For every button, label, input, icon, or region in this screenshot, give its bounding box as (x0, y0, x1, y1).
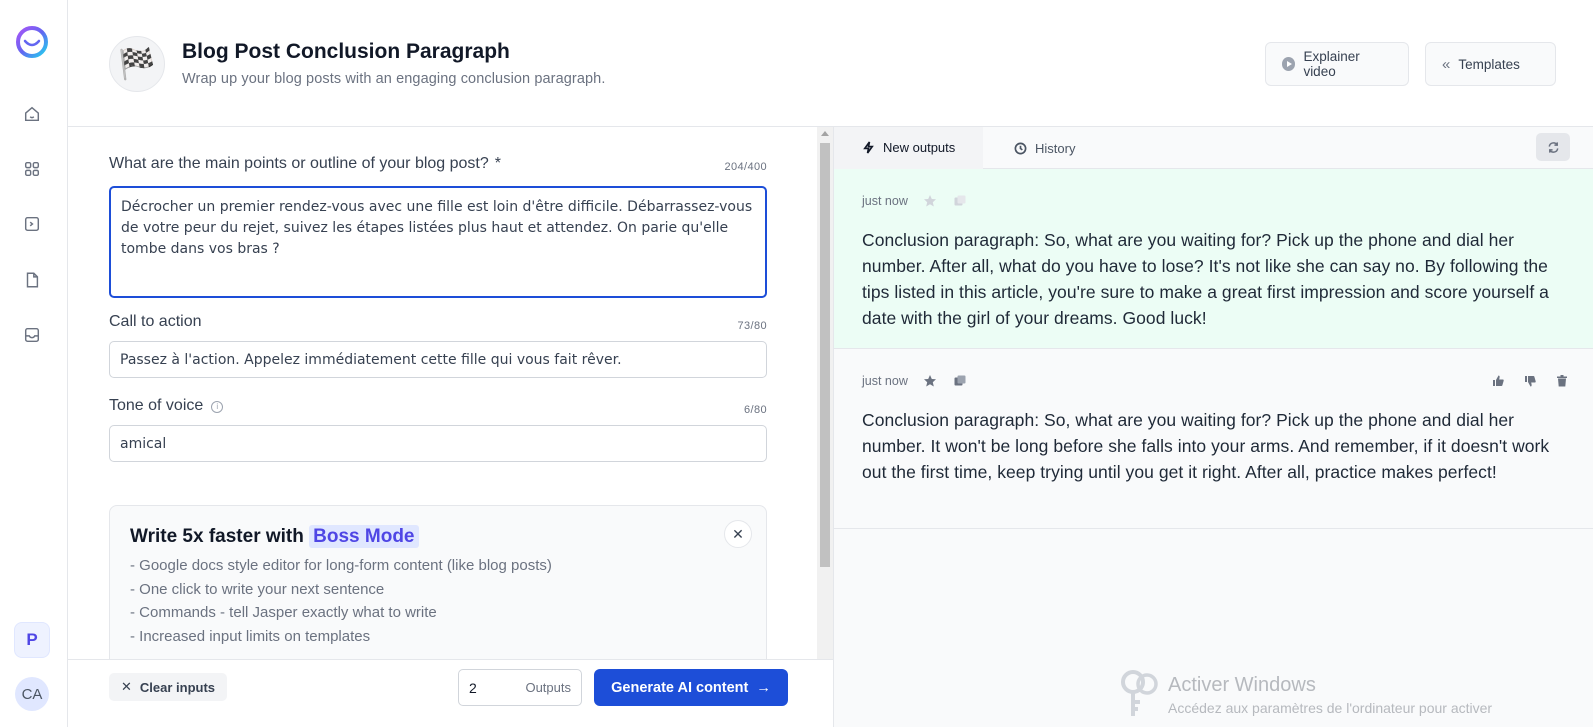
clock-icon (1014, 142, 1027, 154)
tone-input[interactable]: amical (109, 425, 767, 462)
page-subtitle: Wrap up your blog posts with an engaging… (182, 71, 606, 87)
sidebar: P CA (0, 0, 68, 727)
templates-grid-icon[interactable] (22, 159, 42, 179)
boss-mode-features: - Google docs style editor for long-form… (130, 554, 746, 648)
tone-label: Tone of voice i (109, 397, 224, 415)
outline-textarea[interactable]: Décrocher un premier rendez-vous avec un… (109, 186, 767, 298)
double-chevron-left-icon: « (1442, 55, 1451, 73)
refresh-icon (1548, 141, 1558, 153)
watermark-title: Activer Windows (1168, 674, 1316, 696)
list-item: - Increased input limits on templates (130, 627, 371, 645)
workspace-badge[interactable]: P (14, 622, 50, 658)
output-panel: New outputs History just now Conclusion … (833, 127, 1593, 727)
clear-inputs-button[interactable]: ✕ Clear inputs (109, 673, 228, 701)
generate-button[interactable]: Generate AI content → (594, 669, 788, 706)
output-timestamp: just now (862, 194, 908, 208)
clear-inputs-label: Clear inputs (139, 679, 216, 695)
windows-activation-watermark: Activer Windows Accédez aux paramètres d… (1118, 670, 1588, 727)
jasper-logo[interactable] (14, 26, 50, 58)
explainer-video-button[interactable]: Explainer video (1265, 42, 1409, 86)
outline-label: What are the main points or outline of y… (109, 155, 502, 172)
copy-icon[interactable] (952, 193, 968, 209)
outputs-count: 2 (469, 679, 477, 696)
arrow-right-icon: → (756, 679, 771, 696)
inbox-icon[interactable] (22, 325, 42, 345)
generate-label: Generate AI content (611, 679, 749, 696)
tab-new-outputs[interactable]: New outputs (834, 127, 984, 169)
play-icon (1282, 57, 1296, 71)
document-icon[interactable] (22, 270, 42, 290)
thumbs-up-icon[interactable] (1490, 373, 1506, 389)
outline-counter: 204/400 (724, 161, 767, 173)
cta-label: Call to action (109, 313, 202, 330)
form-scrollbar[interactable] (817, 127, 833, 659)
star-icon[interactable] (922, 193, 938, 209)
page-header: 🏁 Blog Post Conclusion Paragraph Wrap up… (68, 0, 1593, 127)
close-icon: ✕ (121, 679, 132, 694)
output-card: just now Conclusion paragraph: So, what … (834, 169, 1593, 349)
tone-counter: 6/80 (743, 404, 767, 416)
list-item: - One click to write your next sentence (130, 580, 385, 598)
list-item: - Commands - tell Jasper exactly what to… (130, 604, 437, 621)
boss-mode-promo: Write 5x faster with Boss Mode - Google … (109, 505, 767, 659)
action-bar: ✕ Clear inputs 2 Outputs Generate AI con… (68, 659, 833, 727)
explainer-video-label: Explainer video (1303, 49, 1360, 79)
templates-button[interactable]: « Templates (1425, 42, 1556, 86)
home-icon[interactable] (22, 104, 42, 124)
thumbs-down-icon[interactable] (1522, 373, 1538, 389)
list-item: - Google docs style editor for long-form… (130, 557, 552, 574)
output-text[interactable]: Conclusion paragraph: So, what are you w… (862, 407, 1566, 485)
boss-mode-title: Write 5x faster with Boss Mode (130, 525, 746, 548)
output-tabs: New outputs History (834, 127, 1593, 169)
copy-icon[interactable] (952, 373, 968, 389)
page-title: Blog Post Conclusion Paragraph (182, 40, 510, 63)
star-icon[interactable] (922, 373, 938, 389)
user-avatar[interactable]: CA (15, 677, 49, 711)
scroll-up-icon[interactable] (821, 131, 829, 136)
refresh-button[interactable] (1536, 133, 1570, 161)
watermark-subtitle: Accédez aux paramètres de l'ordinateur p… (1168, 700, 1493, 716)
output-card: just now Conclusion paragraph: So, what … (834, 349, 1593, 529)
outputs-label: Outputs (525, 680, 571, 695)
trash-icon[interactable] (1554, 373, 1570, 389)
templates-label: Templates (1458, 56, 1520, 72)
boss-mode-highlight[interactable]: Boss Mode (309, 525, 419, 548)
outputs-count-input[interactable]: 2 Outputs (458, 669, 582, 706)
output-text[interactable]: Conclusion paragraph: So, what are you w… (862, 227, 1566, 331)
close-icon[interactable]: ✕ (724, 520, 752, 548)
input-form: What are the main points or outline of y… (68, 127, 833, 659)
tab-history[interactable]: History (986, 127, 1103, 169)
cta-counter: 73/80 (737, 320, 767, 332)
cta-input[interactable]: Passez à l'action. Appelez immédiatement… (109, 341, 767, 378)
lightning-icon (863, 141, 874, 154)
terminal-icon[interactable] (22, 214, 42, 234)
key-icon (1121, 670, 1158, 716)
info-icon[interactable]: i (211, 401, 224, 413)
output-timestamp: just now (862, 374, 908, 388)
scroll-thumb[interactable] (820, 143, 830, 567)
checkered-flag-icon: 🏁 (109, 36, 165, 92)
